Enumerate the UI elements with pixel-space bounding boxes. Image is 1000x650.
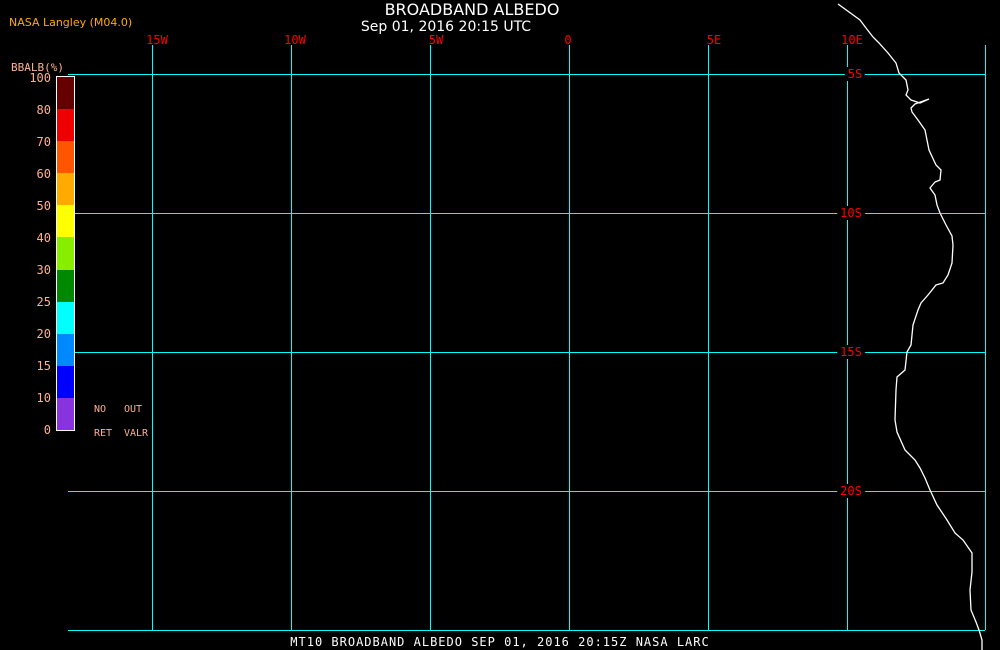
colorbar-tick-label: 10 xyxy=(36,391,51,405)
colorbar-swatch xyxy=(57,365,74,398)
lon-label-15w: 15W xyxy=(146,33,168,47)
colorbar-tick-label: 70 xyxy=(36,135,51,149)
lon-label-0: 0 xyxy=(564,33,572,47)
lat-label-20s: 20S xyxy=(837,484,865,498)
colorbar-swatch xyxy=(57,333,74,366)
colorbar xyxy=(56,76,75,431)
no-retrieval-label: NO xyxy=(94,404,107,415)
colorbar-swatch xyxy=(57,205,74,238)
out-of-range-label: OUT xyxy=(124,404,143,415)
colorbar-tick-label: 25 xyxy=(36,295,51,309)
lon-label-5e: 5E xyxy=(706,33,722,47)
lon-label-10w: 10W xyxy=(284,33,306,47)
colorbar-tick-label: 50 xyxy=(36,199,51,213)
footer-caption: MT10 BROADBAND ALBEDO SEP 01, 2016 20:15… xyxy=(290,635,710,649)
colorbar-swatch xyxy=(57,141,74,174)
lon-label-5w: 5W xyxy=(428,33,444,47)
lat-label-10s: 10S xyxy=(837,206,865,220)
lat-label-15s: 15S xyxy=(837,345,865,359)
colorbar-swatch xyxy=(57,301,74,334)
map-subtitle: Sep 01, 2016 20:15 UTC xyxy=(360,19,532,35)
colorbar-tick-label: 15 xyxy=(36,359,51,373)
no-retrieval-label-2: RET xyxy=(94,428,113,439)
lon-label-10e: 10E xyxy=(841,33,863,47)
colorbar-tick-label: 0 xyxy=(43,423,51,437)
map-canvas xyxy=(68,3,986,650)
colorbar-tick-label: 30 xyxy=(36,263,51,277)
out-of-range-label-2: VALR xyxy=(124,428,149,439)
colorbar-swatch xyxy=(57,237,74,270)
credit-label: NASA Langley (M04.0) xyxy=(9,16,133,29)
map-title: BROADBAND ALBEDO xyxy=(384,0,560,19)
colorbar-tick-label: 80 xyxy=(36,103,51,117)
colorbar-tick-label: 20 xyxy=(36,327,51,341)
colorbar-swatch xyxy=(57,109,74,142)
colorbar-tick-label: 100 xyxy=(29,71,51,85)
colorbar-tick-label: 40 xyxy=(36,231,51,245)
colorbar-swatch xyxy=(57,397,74,431)
colorbar-swatch xyxy=(57,77,74,110)
colorbar-tick-label: 60 xyxy=(36,167,51,181)
colorbar-swatch xyxy=(57,269,74,302)
coastline xyxy=(837,3,983,650)
colorbar-swatch xyxy=(57,173,74,206)
lat-label-5s: 5S xyxy=(844,67,866,81)
